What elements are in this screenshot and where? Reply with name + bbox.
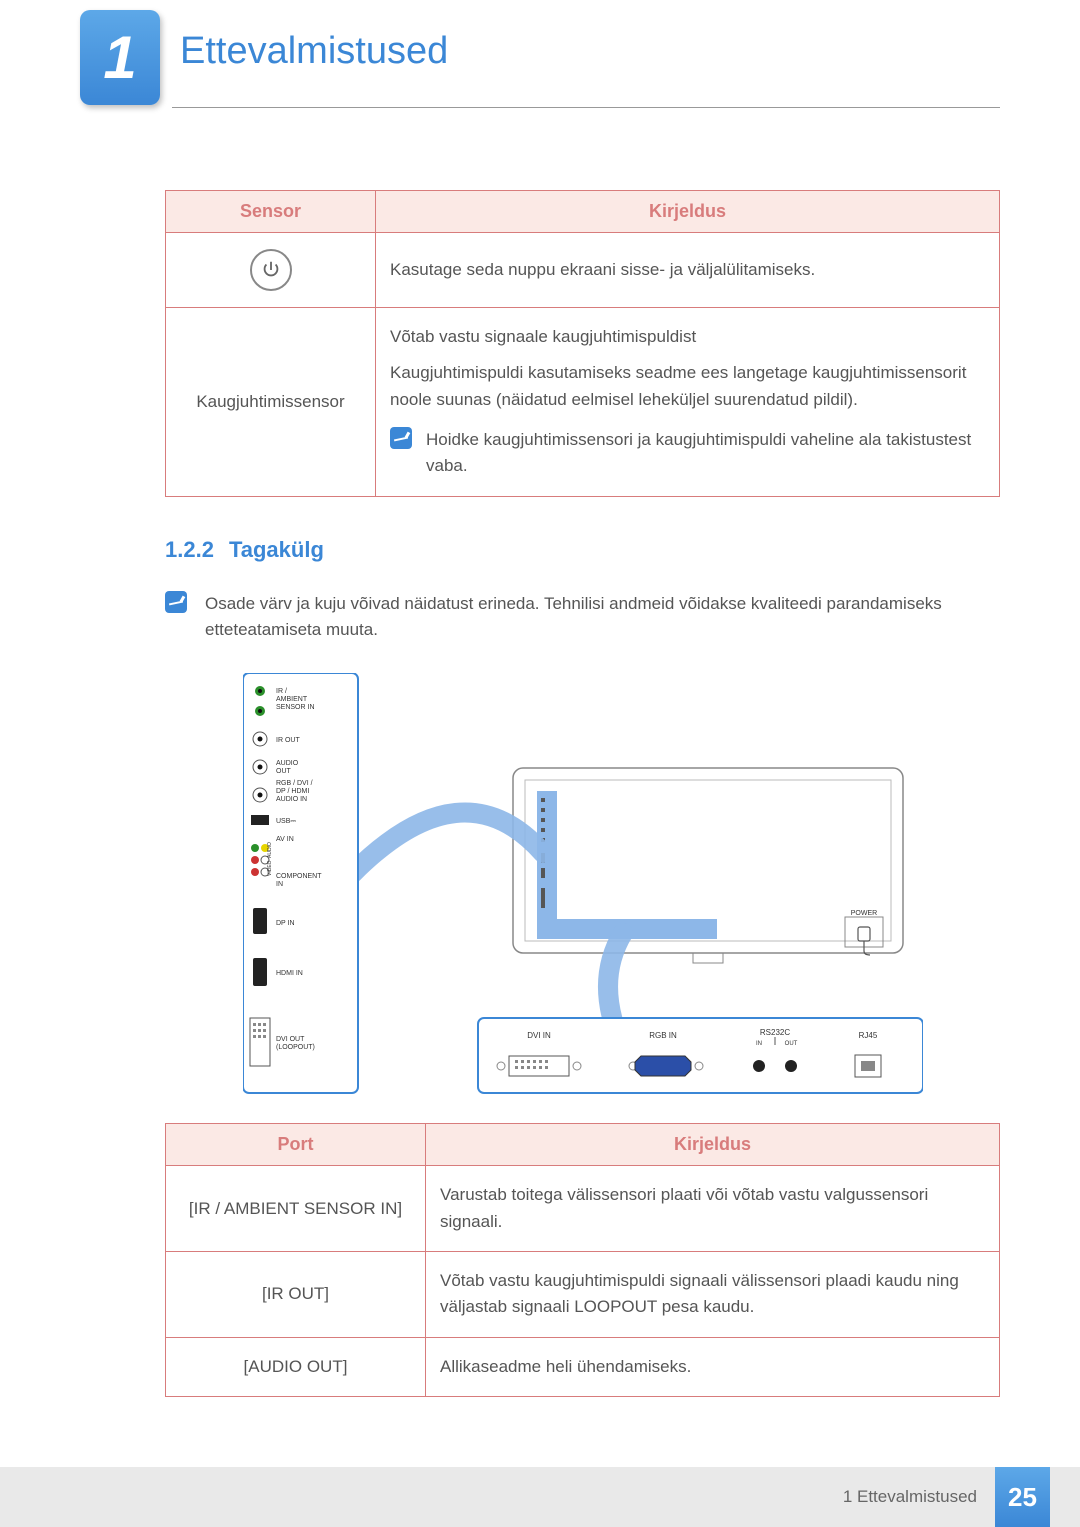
sensor-cell-power	[166, 233, 376, 308]
sensor-table-row: Kaugjuhtimissensor Võtab vastu signaale …	[166, 308, 1000, 497]
svg-text:DVI IN: DVI IN	[527, 1031, 551, 1040]
svg-text:IR /: IR /	[276, 688, 287, 695]
svg-text:RGB / DVI /: RGB / DVI /	[276, 780, 313, 787]
svg-text:AUDIO: AUDIO	[267, 842, 273, 858]
content-area: Sensor Kirjeldus Kasutage seda nuppu ekr…	[165, 190, 1000, 1397]
remote-desc-line1: Võtab vastu signaale kaugjuhtimispuldist	[390, 324, 985, 350]
svg-text:AUDIO: AUDIO	[276, 760, 299, 767]
port-table: Port Kirjeldus [IR / AMBIENT SENSOR IN] …	[165, 1123, 1000, 1397]
svg-text:AMBIENT: AMBIENT	[276, 696, 308, 703]
power-icon	[250, 249, 292, 291]
note-icon	[165, 591, 187, 613]
sensor-desc-remote: Võtab vastu signaale kaugjuhtimispuldist…	[376, 308, 1000, 497]
svg-text:SENSOR IN: SENSOR IN	[276, 704, 315, 711]
svg-text:(LOOPOUT): (LOOPOUT)	[276, 1044, 315, 1051]
sensor-table-header-desc: Kirjeldus	[376, 191, 1000, 233]
subsection-note-row: Osade värv ja kuju võivad näidatust erin…	[165, 591, 1000, 644]
svg-text:AV IN: AV IN	[276, 836, 294, 843]
chapter-number: 1	[103, 23, 136, 92]
svg-text:IN: IN	[276, 881, 283, 888]
svg-text:OUT: OUT	[276, 768, 292, 775]
port-table-row: [IR / AMBIENT SENSOR IN] Varustab toiteg…	[166, 1166, 1000, 1252]
diagram-label-power: POWER	[850, 910, 876, 917]
remote-note-row: Hoidke kaugjuhtimissensori ja kaugjuhtim…	[390, 427, 985, 480]
remote-note-text: Hoidke kaugjuhtimissensori ja kaugjuhtim…	[426, 427, 985, 480]
sensor-desc-power: Kasutage seda nuppu ekraani sisse- ja vä…	[376, 233, 1000, 308]
sensor-table: Sensor Kirjeldus Kasutage seda nuppu ekr…	[165, 190, 1000, 497]
port-desc: Varustab toitega välissensori plaati või…	[426, 1166, 1000, 1252]
subsection-number: 1.2.2	[165, 537, 214, 563]
chapter-title: Ettevalmistused	[180, 30, 448, 73]
svg-text:DVI OUT: DVI OUT	[276, 1036, 305, 1043]
port-desc: Allikaseadme heli ühendamiseks.	[426, 1337, 1000, 1396]
svg-text:RGB IN: RGB IN	[649, 1031, 677, 1040]
header-divider	[172, 107, 1000, 108]
sensor-cell-remote: Kaugjuhtimissensor	[166, 308, 376, 497]
remote-desc-line2: Kaugjuhtimispuldi kasutamiseks seadme ee…	[390, 360, 985, 413]
page-footer: 1 Ettevalmistused 25	[0, 1467, 1080, 1527]
port-name: [AUDIO OUT]	[166, 1337, 426, 1396]
port-table-row: [AUDIO OUT] Allikaseadme heli ühendamise…	[166, 1337, 1000, 1396]
subsection-note-text: Osade värv ja kuju võivad näidatust erin…	[205, 591, 1000, 644]
svg-text:VIDEO: VIDEO	[267, 861, 273, 877]
port-table-header-port: Port	[166, 1124, 426, 1166]
rear-panel-diagram: POWER IR /AMBIENTSENSOR IN IR OUT	[243, 673, 923, 1103]
sensor-table-row: Kasutage seda nuppu ekraani sisse- ja vä…	[166, 233, 1000, 308]
svg-text:IR OUT: IR OUT	[276, 737, 300, 744]
footer-text: 1 Ettevalmistused	[843, 1487, 977, 1507]
page-number-box: 25	[995, 1467, 1050, 1527]
svg-text:DP IN: DP IN	[276, 920, 295, 927]
subsection-title: Tagakülg	[229, 537, 324, 563]
port-desc: Võtab vastu kaugjuhtimispuldi signaali v…	[426, 1252, 1000, 1338]
page-number: 25	[1008, 1482, 1037, 1513]
note-icon	[390, 427, 412, 449]
svg-text:USB⎓: USB⎓	[276, 818, 296, 825]
svg-text:AUDIO IN: AUDIO IN	[276, 796, 307, 803]
port-table-header-desc: Kirjeldus	[426, 1124, 1000, 1166]
port-name: [IR / AMBIENT SENSOR IN]	[166, 1166, 426, 1252]
subsection-heading: 1.2.2 Tagakülg	[165, 537, 1000, 563]
svg-text:OUT: OUT	[784, 1041, 797, 1047]
sensor-table-header-sensor: Sensor	[166, 191, 376, 233]
port-name: [IR OUT]	[166, 1252, 426, 1338]
chapter-number-tab: 1	[80, 10, 160, 105]
svg-text:RJ45: RJ45	[858, 1031, 877, 1040]
svg-text:DP / HDMI: DP / HDMI	[276, 788, 309, 795]
svg-text:IN: IN	[756, 1041, 762, 1047]
port-table-row: [IR OUT] Võtab vastu kaugjuhtimispuldi s…	[166, 1252, 1000, 1338]
svg-text:HDMI IN: HDMI IN	[276, 970, 303, 977]
svg-text:RS232C: RS232C	[759, 1028, 789, 1037]
svg-text:COMPONENT: COMPONENT	[276, 873, 322, 880]
